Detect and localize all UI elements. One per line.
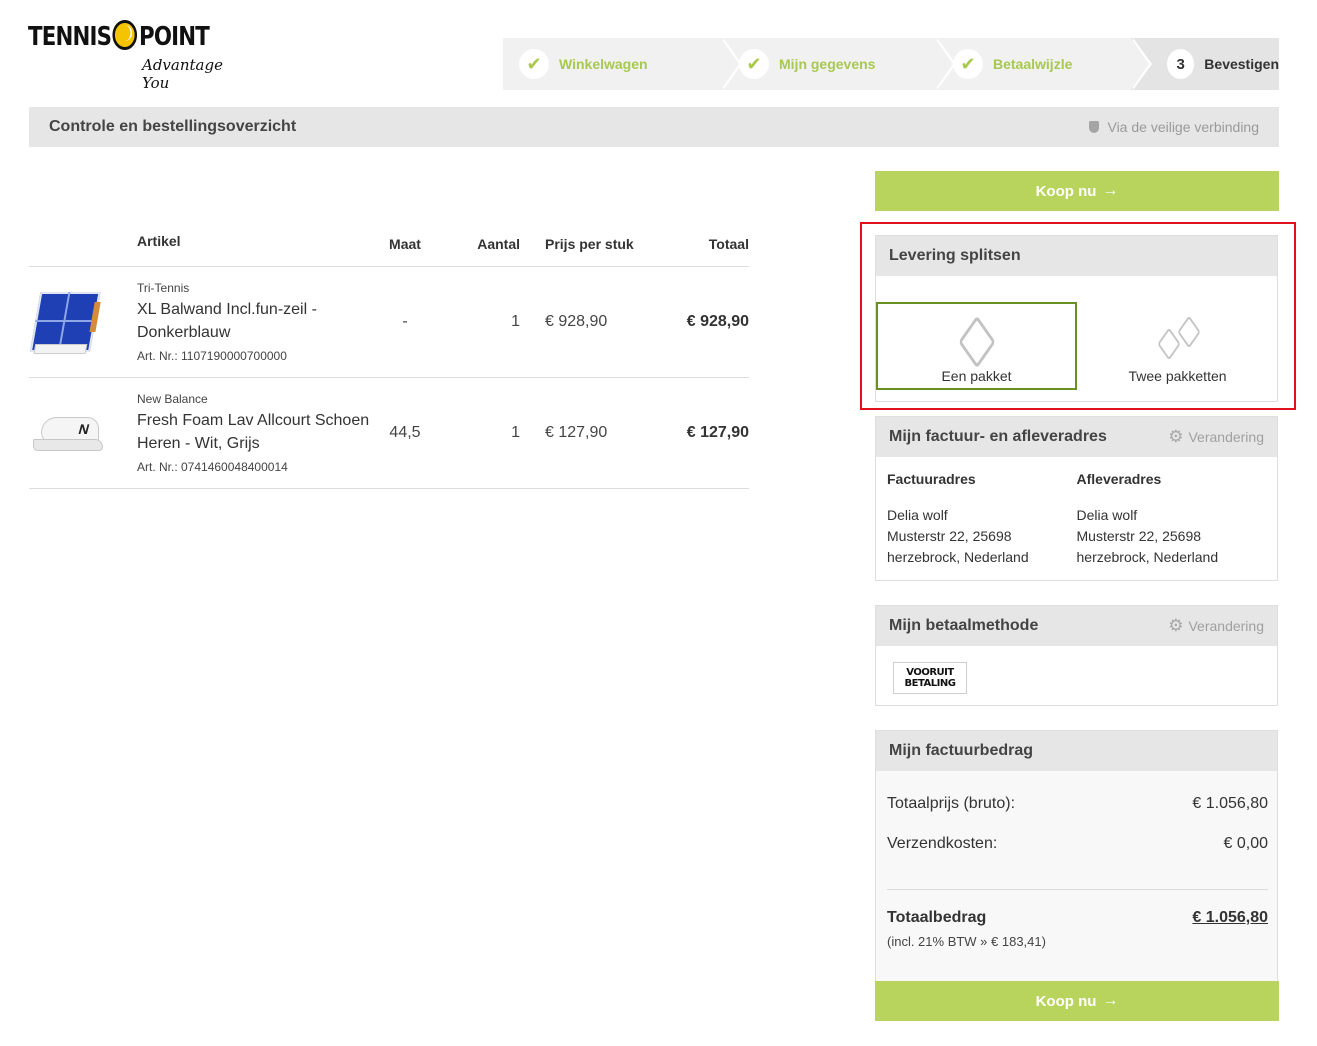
address-panel: Mijn factuur- en afleveradres ⚙ Verander… bbox=[875, 416, 1278, 581]
product-name[interactable]: XL Balwand Incl.fun-zeil - Donkerblauw bbox=[137, 298, 375, 344]
change-payment-link[interactable]: ⚙ Verandering bbox=[1168, 616, 1264, 636]
unit-price: € 127,90 bbox=[545, 424, 608, 441]
shield-icon bbox=[1089, 121, 1100, 133]
shipping-name: Delia wolf bbox=[1076, 507, 1138, 523]
page-title: Controle en bestellingsoverzicht bbox=[49, 118, 297, 135]
total-value: € 1.056,80 bbox=[1192, 909, 1268, 926]
panel-header: Mijn factuurbedrag bbox=[876, 731, 1277, 771]
table-row: Tri-Tennis XL Balwand Incl.fun-zeil - Do… bbox=[29, 267, 749, 378]
boxes-icon bbox=[1155, 315, 1205, 361]
shipping-city: herzebrock, Nederland bbox=[1076, 549, 1219, 565]
prepayment-badge: VOORUIT BETALING bbox=[893, 662, 967, 694]
panel-title: Mijn betaalmethode bbox=[889, 617, 1039, 634]
option-label: Twee pakketten bbox=[1128, 368, 1227, 384]
overview-title-bar: Controle en bestellingsoverzicht Via de … bbox=[29, 107, 1279, 147]
vat-note: (incl. 21% BTW » € 183,41) bbox=[887, 934, 1046, 949]
divider bbox=[887, 889, 1268, 890]
arrow-right-icon: → bbox=[1102, 992, 1119, 1009]
shipping-street: Musterstr 22, 25698 bbox=[1076, 528, 1202, 544]
shipping-heading: Afleveradres bbox=[1076, 471, 1162, 487]
billing-address: Factuuradres Delia wolf Musterstr 22, 25… bbox=[887, 469, 1077, 568]
gross-label: Totaalprijs (bruto): bbox=[887, 795, 1016, 812]
gear-icon: ⚙ bbox=[1168, 616, 1184, 635]
article-info: Tri-Tennis XL Balwand Incl.fun-zeil - Do… bbox=[137, 281, 375, 363]
product-brand: New Balance bbox=[137, 392, 208, 406]
quantity-value: 1 bbox=[511, 313, 520, 330]
secure-text: Via de veilige verbinding bbox=[1107, 119, 1259, 135]
buy-now-button[interactable]: Koop nu → bbox=[875, 981, 1279, 1021]
shipping-label: Verzendkosten: bbox=[887, 835, 998, 852]
check-icon: ✔ bbox=[739, 49, 769, 79]
arrow-right-icon: → bbox=[1102, 182, 1119, 199]
logo-tagline: Advantage You bbox=[142, 56, 223, 92]
invoice-summary-panel: Mijn factuurbedrag Totaalprijs (bruto): … bbox=[875, 730, 1278, 982]
option-one-package[interactable]: Een pakket bbox=[876, 302, 1077, 390]
step-label: Bevestigen bbox=[1204, 56, 1279, 72]
secure-connection-note: Via de veilige verbinding bbox=[1089, 119, 1259, 135]
gross-total-row: Totaalprijs (bruto): € 1.056,80 bbox=[887, 795, 1268, 813]
buy-now-button[interactable]: Koop nu → bbox=[875, 171, 1279, 211]
buy-now-label: Koop nu bbox=[1035, 182, 1097, 200]
checkout-steps: ✔ Winkelwagen ✔ Mijn gegevens ✔ Betaalwi… bbox=[503, 38, 1279, 90]
panel-title: Levering splitsen bbox=[889, 247, 1021, 264]
option-label: Een pakket bbox=[941, 368, 1012, 384]
table-header: Artikel Maat Aantal Prijs per stuk Totaa… bbox=[29, 222, 749, 267]
step-mijn-gegevens[interactable]: ✔ Mijn gegevens bbox=[721, 38, 956, 90]
step-label: Betaalwijzle bbox=[993, 56, 1073, 72]
shipping-address: Afleveradres Delia wolf Musterstr 22, 25… bbox=[1077, 469, 1267, 568]
step-label: Mijn gegevens bbox=[779, 56, 876, 72]
split-delivery-panel: Levering splitsen Een pakket Twee pakket… bbox=[875, 235, 1278, 402]
box-icon bbox=[955, 315, 999, 369]
court-wall-image[interactable] bbox=[29, 282, 101, 362]
buy-now-label: Koop nu bbox=[1035, 992, 1097, 1010]
gear-icon: ⚙ bbox=[1168, 427, 1184, 446]
size-value: 44,5 bbox=[389, 424, 421, 441]
article-number: Art. Nr.: 1107190000700000 bbox=[137, 349, 287, 363]
panel-title: Mijn factuurbedrag bbox=[889, 742, 1034, 759]
step-bevestigen: 3 Bevestigen bbox=[1131, 38, 1279, 90]
column-aantal: Aantal bbox=[477, 236, 520, 252]
table-row: N New Balance Fresh Foam Lav Allcourt Sc… bbox=[29, 378, 749, 489]
panel-title: Mijn factuur- en afleveradres bbox=[889, 428, 1107, 445]
unit-price: € 928,90 bbox=[545, 313, 608, 330]
column-maat: Maat bbox=[389, 236, 421, 252]
step-betaalwijze[interactable]: ✔ Betaalwijzle bbox=[935, 38, 1152, 90]
check-icon: ✔ bbox=[953, 49, 983, 79]
check-icon: ✔ bbox=[519, 49, 549, 79]
shipping-cost-row: Verzendkosten: € 0,00 bbox=[887, 835, 1268, 853]
payment-panel: Mijn betaalmethode ⚙ Verandering VOORUIT… bbox=[875, 605, 1278, 706]
tennis-point-logo[interactable]: TENNIS POINT Advantage You bbox=[28, 14, 238, 92]
line-total: € 928,90 bbox=[686, 313, 749, 330]
billing-heading: Factuuradres bbox=[887, 471, 976, 487]
column-totaal: Totaal bbox=[708, 236, 749, 252]
article-number: Art. Nr.: 0741460048400014 bbox=[137, 460, 288, 474]
product-name[interactable]: Fresh Foam Lav Allcourt Schoen Heren - W… bbox=[137, 409, 375, 455]
billing-city: herzebrock, Nederland bbox=[887, 549, 1029, 565]
column-prijs: Prijs per stuk bbox=[545, 236, 634, 252]
size-value: - bbox=[402, 313, 408, 330]
total-label: Totaalbedrag bbox=[887, 909, 987, 926]
panel-header: Mijn factuur- en afleveradres ⚙ Verander… bbox=[876, 417, 1277, 457]
step-number: 3 bbox=[1167, 49, 1195, 79]
logo-wordmark: TENNIS POINT bbox=[28, 20, 210, 52]
panel-header: Mijn betaalmethode ⚙ Verandering bbox=[876, 606, 1277, 646]
quantity-value: 1 bbox=[511, 424, 520, 441]
step-winkelwagen[interactable]: ✔ Winkelwagen bbox=[503, 38, 742, 90]
shoe-image[interactable]: N bbox=[29, 393, 103, 473]
cart-table: Artikel Maat Aantal Prijs per stuk Totaa… bbox=[29, 222, 749, 489]
column-artikel: Artikel bbox=[137, 233, 181, 249]
panel-header: Levering splitsen bbox=[876, 236, 1277, 276]
billing-street: Musterstr 22, 25698 bbox=[887, 528, 1012, 544]
change-address-link[interactable]: ⚙ Verandering bbox=[1168, 427, 1264, 447]
gross-value: € 1.056,80 bbox=[1192, 795, 1268, 812]
option-two-packages[interactable]: Twee pakketten bbox=[1077, 302, 1278, 390]
shipping-value: € 0,00 bbox=[1223, 835, 1268, 852]
billing-name: Delia wolf bbox=[887, 507, 948, 523]
step-label: Winkelwagen bbox=[559, 56, 648, 72]
article-info: New Balance Fresh Foam Lav Allcourt Scho… bbox=[137, 392, 375, 474]
grand-total-row: Totaalbedrag € 1.056,80 bbox=[887, 909, 1268, 927]
product-brand: Tri-Tennis bbox=[137, 281, 190, 295]
line-total: € 127,90 bbox=[686, 424, 749, 441]
tennis-ball-icon bbox=[112, 20, 138, 50]
